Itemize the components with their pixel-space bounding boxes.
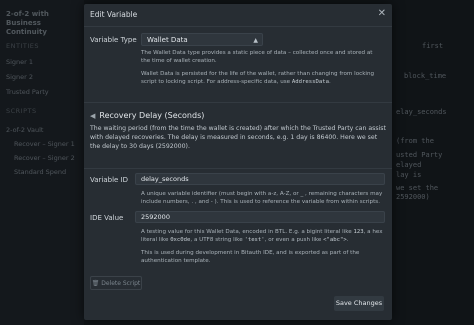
divider [84, 168, 392, 169]
ide-desc-text: . [346, 237, 349, 243]
dialog-title: Edit Variable [90, 10, 138, 19]
dialog-header: Edit Variable ✕ [84, 4, 392, 27]
ide-desc-code: 0xc0de [170, 237, 191, 243]
edit-variable-dialog: Edit Variable ✕ Variable Type Wallet Dat… [84, 4, 392, 320]
variable-id-label: Variable ID [90, 176, 129, 184]
type-desc-2: Wallet Data is persisted for the life of… [141, 71, 375, 85]
variable-description[interactable]: The waiting period (from the time the wa… [90, 124, 386, 151]
variable-type-persist-description: Wallet Data is persisted for the life of… [141, 70, 381, 86]
chevron-down-icon: ▲ [253, 37, 258, 44]
ide-value-label: IDE Value [90, 214, 124, 222]
delete-script-button[interactable]: 🗑 Delete Script [90, 276, 142, 290]
variable-name-heading[interactable]: ◀ Recovery Delay (Seconds) [90, 111, 204, 120]
variable-type-description: The Wallet Data type provides a static p… [141, 49, 381, 65]
type-desc-1: The Wallet Data type provides a static p… [141, 50, 373, 64]
variable-id-description: A unique variable identifier (must begin… [141, 191, 383, 205]
back-icon[interactable]: ◀ [90, 112, 95, 120]
ide-desc-text: , a UTF8 string like [190, 237, 243, 243]
variable-type-select[interactable]: Wallet Data ▲ [141, 33, 263, 46]
variable-type-row: Variable Type Wallet Data ▲ [90, 33, 386, 47]
close-icon[interactable]: ✕ [378, 8, 386, 19]
ide-desc-text: , or even a push like [264, 237, 322, 243]
divider [84, 102, 392, 103]
ide-desc-code: 123 [353, 229, 364, 235]
ide-value-usage-description: This is used during development in Bitau… [141, 250, 360, 264]
variable-id-input[interactable]: delay_seconds [135, 173, 385, 185]
ide-value-input[interactable]: 2592000 [135, 211, 385, 223]
save-changes-button[interactable]: Save Changes [334, 296, 384, 311]
type-desc-2-end: . [328, 79, 331, 85]
variable-type-value: Wallet Data [147, 36, 188, 44]
variable-name[interactable]: Recovery Delay (Seconds) [99, 111, 204, 120]
ide-value-description: A testing value for this Wallet Data, en… [141, 228, 385, 244]
addressdata-code: AddressData [291, 79, 329, 85]
ide-desc-code: 'test' [244, 237, 265, 243]
ide-desc-text: A testing value for this Wallet Data, en… [141, 229, 352, 235]
variable-type-label: Variable Type [90, 36, 137, 44]
ide-desc-code: <"abc"> [323, 237, 347, 243]
